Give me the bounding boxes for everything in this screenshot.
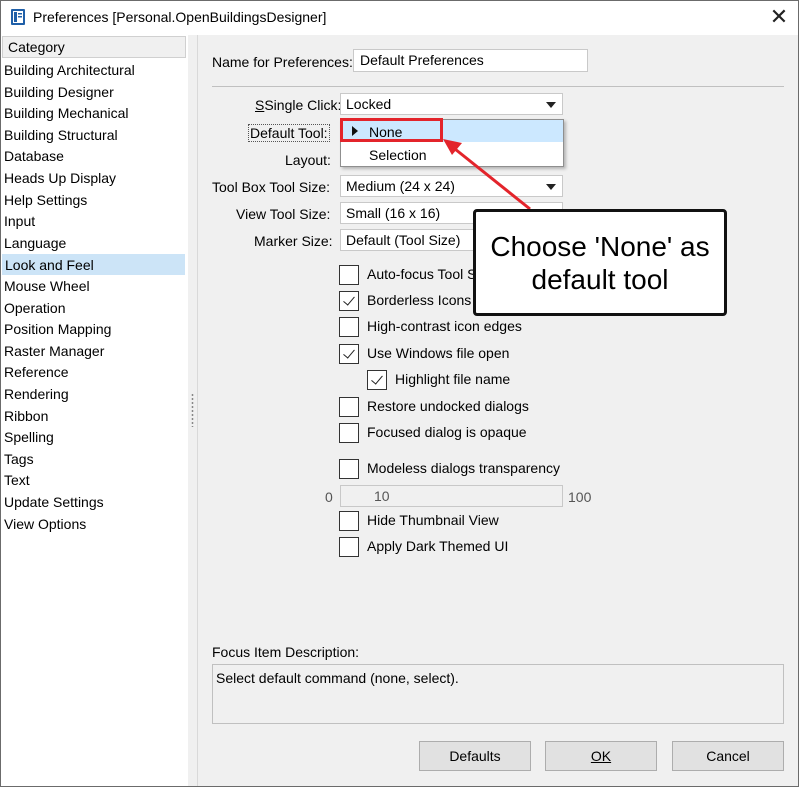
single-click-value: Locked	[346, 96, 392, 112]
checkbox-label: Apply Dark Themed UI	[367, 538, 509, 554]
window-title: Preferences [Personal.OpenBuildingsDesig…	[33, 9, 327, 25]
checkbox-box[interactable]	[339, 511, 359, 531]
checkbox-label: Modeless dialogs transparency	[367, 460, 560, 476]
name-label: Name for Preferences:	[212, 54, 353, 70]
checkbox-box[interactable]	[339, 265, 359, 285]
layout-label: Layout:	[285, 152, 331, 168]
toolbox-size-value: Medium (24 x 24)	[346, 178, 455, 194]
sidebar-item[interactable]: Tags	[2, 449, 185, 470]
checkbox-box[interactable]	[339, 344, 359, 364]
callout-text: Choose 'None' as default tool	[490, 230, 710, 295]
transparency-max: 100	[568, 489, 592, 505]
checkbox-label: Restore undocked dialogs	[367, 398, 529, 414]
cancel-button[interactable]: Cancel	[672, 741, 784, 771]
sidebar-item[interactable]: View Options	[2, 514, 185, 535]
sidebar-item[interactable]: Mouse Wheel	[2, 276, 185, 297]
checkbox-box[interactable]	[339, 423, 359, 443]
sidebar-item[interactable]: Text	[2, 470, 185, 491]
annotation-callout: Choose 'None' as default tool	[473, 209, 727, 316]
checkbox-box[interactable]	[339, 459, 359, 479]
checkbox-box[interactable]	[339, 397, 359, 417]
focus-description-label: Focus Item Description:	[212, 644, 360, 660]
ok-label: OK	[590, 748, 612, 764]
toolbox-size-label: Tool Box Tool Size:	[212, 179, 331, 195]
single-click-select[interactable]: Locked	[340, 93, 563, 115]
transparency-slider[interactable]: 10	[340, 485, 563, 507]
chevron-down-icon	[546, 184, 556, 190]
sidebar-item[interactable]: Rendering	[2, 384, 185, 405]
category-header[interactable]: Category	[2, 36, 186, 58]
checkbox-box[interactable]	[367, 370, 387, 390]
focus-description-text: Select default command (none, select).	[216, 670, 459, 686]
sidebar-item[interactable]: Update Settings	[2, 492, 185, 513]
marker-size-value: Default (Tool Size)	[346, 232, 461, 248]
checkbox-label: Highlight file name	[395, 371, 511, 387]
checkbox-label: High-contrast icon edges	[367, 318, 522, 334]
transparency-min: 0	[325, 489, 333, 505]
checkbox-label: Hide Thumbnail View	[367, 512, 499, 528]
close-icon: ✕	[769, 4, 789, 29]
defaults-button[interactable]: Defaults	[419, 741, 531, 771]
single-click-label: SSingle Click:	[255, 97, 342, 113]
sidebar-item[interactable]: Database	[2, 146, 185, 167]
checkbox-label: Use Windows file open	[367, 345, 510, 361]
chevron-down-icon	[546, 102, 556, 108]
checkbox-label: Borderless Icons	[367, 292, 472, 308]
close-button[interactable]: ✕	[764, 3, 794, 31]
sidebar-item[interactable]: Building Architectural	[2, 60, 185, 81]
sidebar-item[interactable]: Ribbon	[2, 406, 185, 427]
book-icon	[9, 8, 27, 26]
checkbox-box[interactable]	[339, 537, 359, 557]
sidebar-item[interactable]: Spelling	[2, 427, 185, 448]
sidebar-item[interactable]: Building Designer	[2, 82, 185, 103]
sidebar-item[interactable]: Help Settings	[2, 190, 185, 211]
sidebar-item[interactable]: Heads Up Display	[2, 168, 185, 189]
focus-description-box: Select default command (none, select).	[212, 664, 784, 724]
checkbox-box[interactable]	[339, 291, 359, 311]
view-tool-size-label: View Tool Size:	[236, 206, 331, 222]
checkbox-label: Focused dialog is opaque	[367, 424, 527, 440]
sidebar-item[interactable]: Building Structural	[2, 125, 185, 146]
sidebar-item[interactable]: Operation	[2, 298, 185, 319]
default-tool-label: Default Tool:	[248, 124, 330, 142]
sidebar-item[interactable]: Building Mechanical	[2, 103, 185, 124]
checkbox-box[interactable]	[339, 317, 359, 337]
ok-button[interactable]: OK	[545, 741, 657, 771]
name-field[interactable]: Default Preferences	[353, 49, 588, 72]
annotation-highlight-box	[340, 118, 443, 142]
dropdown-option-selection[interactable]: Selection	[369, 147, 427, 163]
toolbox-size-select[interactable]: Medium (24 x 24)	[340, 175, 563, 197]
view-tool-size-value: Small (16 x 16)	[346, 205, 441, 221]
checkbox-label: Auto-focus Tool S	[367, 266, 477, 282]
sidebar-item[interactable]: Input	[2, 211, 185, 232]
sidebar-item[interactable]: Raster Manager	[2, 341, 185, 362]
splitter-grip-icon[interactable]	[191, 393, 194, 427]
sidebar-item[interactable]: Language	[2, 233, 185, 254]
separator	[212, 86, 784, 87]
sidebar-item[interactable]: Reference	[2, 362, 185, 383]
sidebar-item[interactable]: Position Mapping	[2, 319, 185, 340]
marker-size-label: Marker Size:	[254, 233, 333, 249]
sidebar-item[interactable]: Look and Feel	[2, 254, 185, 276]
